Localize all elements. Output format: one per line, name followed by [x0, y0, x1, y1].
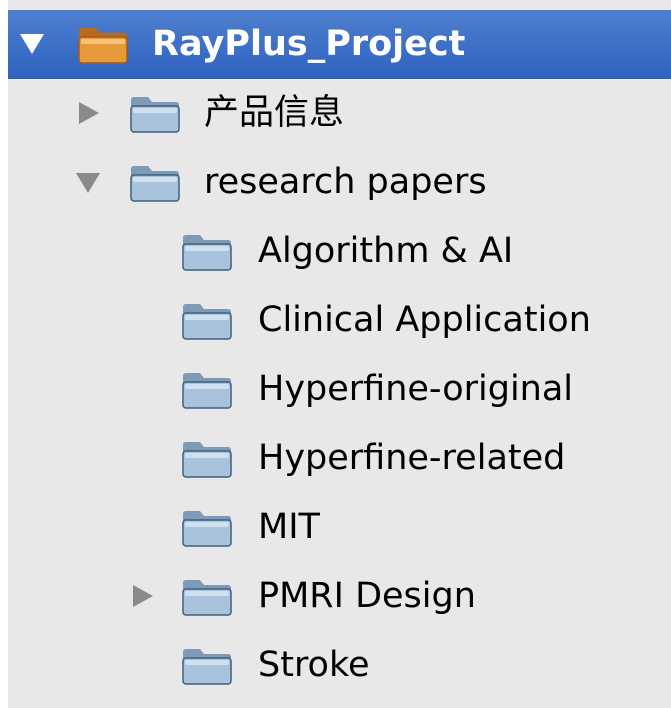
folder-icon	[180, 437, 234, 479]
folder-icon	[180, 299, 234, 341]
disclosure-collapsed-icon[interactable]	[128, 582, 156, 610]
tree-row-clinical-application[interactable]: Clinical Application	[8, 286, 671, 355]
tree-row-product-info[interactable]: 产品信息	[8, 79, 671, 148]
tree-row-hyperfine-original[interactable]: Hyperfine-original	[8, 355, 671, 424]
folder-icon	[180, 230, 234, 272]
project-folder-icon	[76, 23, 130, 65]
tree-row-stroke[interactable]: Stroke	[8, 631, 671, 700]
disclosure-expanded-icon[interactable]	[18, 30, 46, 58]
project-tree-panel: RayPlus_Project 产品信息 research papers Alg…	[8, 0, 671, 708]
disclosure-collapsed-icon[interactable]	[74, 99, 102, 127]
folder-icon	[180, 368, 234, 410]
folder-icon	[180, 644, 234, 686]
tree-row-algorithm-ai[interactable]: Algorithm & AI	[8, 217, 671, 286]
folder-icon	[128, 92, 182, 134]
tree-row-mit[interactable]: MIT	[8, 493, 671, 562]
folder-icon	[180, 575, 234, 617]
tree-item-label: PMRI Design	[258, 576, 476, 616]
tree-item-label: research papers	[204, 162, 487, 202]
tree-row-pmri-design[interactable]: PMRI Design	[8, 562, 671, 631]
tree-row-hyperfine-related[interactable]: Hyperfine-related	[8, 424, 671, 493]
tree-item-label: Algorithm & AI	[258, 231, 514, 271]
folder-icon	[128, 161, 182, 203]
folder-icon	[180, 506, 234, 548]
tree-row-root[interactable]: RayPlus_Project	[8, 10, 671, 79]
tree-item-label: Hyperfine-related	[258, 438, 566, 478]
tree-row-research-papers[interactable]: research papers	[8, 148, 671, 217]
tree-item-label: 产品信息	[204, 93, 345, 133]
tree-item-label: Hyperfine-original	[258, 369, 574, 409]
tree-root-label: RayPlus_Project	[152, 24, 466, 64]
disclosure-expanded-icon[interactable]	[74, 168, 102, 196]
tree-item-label: Clinical Application	[258, 300, 591, 340]
tree-item-label: Stroke	[258, 645, 370, 685]
tree-item-label: MIT	[258, 507, 320, 547]
